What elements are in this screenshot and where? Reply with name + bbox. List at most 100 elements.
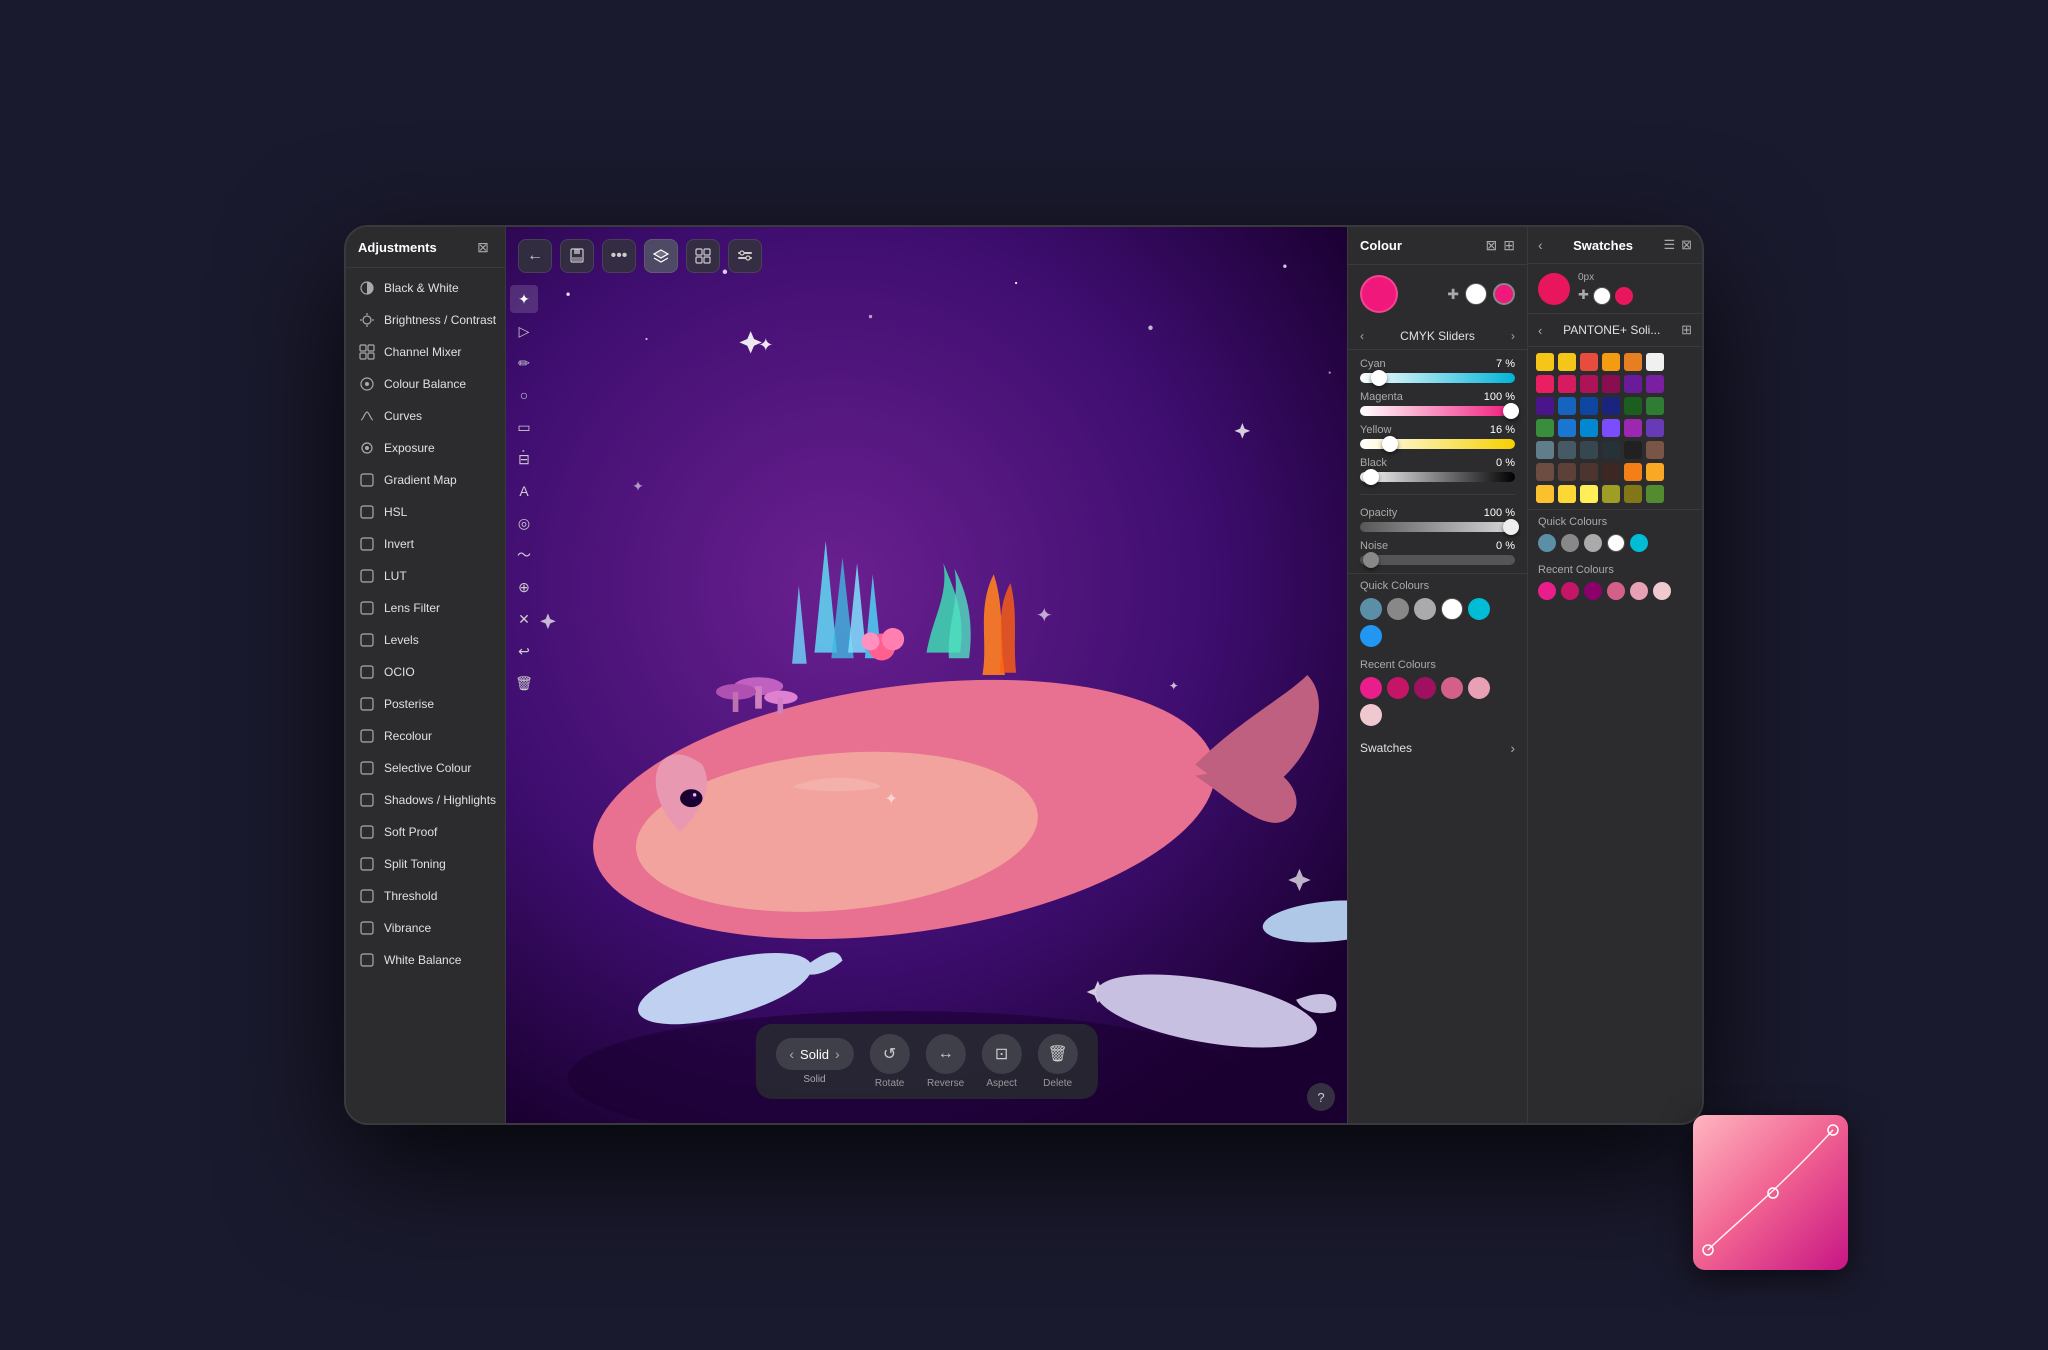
swatch-pink-3[interactable] bbox=[1580, 375, 1598, 393]
sw-quick-4[interactable] bbox=[1607, 534, 1625, 552]
adj-item-recolour[interactable]: Recolour bbox=[346, 720, 505, 752]
adj-item-soft-proof[interactable]: Soft Proof bbox=[346, 816, 505, 848]
quick-colour-3[interactable] bbox=[1414, 598, 1436, 620]
colour-grid-icon[interactable]: ⊞ bbox=[1503, 237, 1515, 254]
pantone-grid-icon[interactable]: ⊞ bbox=[1681, 322, 1692, 338]
active-colour-indicator[interactable] bbox=[1493, 283, 1515, 305]
swatch-brown-4[interactable] bbox=[1580, 463, 1598, 481]
swatch-violet-1[interactable] bbox=[1602, 419, 1620, 437]
swatches-back-arrow[interactable]: ‹ bbox=[1538, 237, 1543, 253]
adj-item-lut[interactable]: LUT bbox=[346, 560, 505, 592]
quick-colour-4[interactable] bbox=[1441, 598, 1463, 620]
quick-colour-6[interactable] bbox=[1360, 625, 1382, 647]
swatches-export-icon[interactable]: ⊠ bbox=[1681, 237, 1692, 253]
brush-tool[interactable]: ○ bbox=[510, 381, 538, 409]
pantone-prev[interactable]: ‹ bbox=[1538, 323, 1542, 338]
sw-quick-2[interactable] bbox=[1561, 534, 1579, 552]
back-button[interactable]: ← bbox=[518, 239, 552, 273]
cyan-slider[interactable] bbox=[1360, 373, 1515, 383]
adj-item-shadows-highlights[interactable]: Shadows / Highlights bbox=[346, 784, 505, 816]
swatch-amber-2[interactable] bbox=[1646, 463, 1664, 481]
colour-mode-selector[interactable]: ‹ CMYK Sliders › bbox=[1348, 323, 1527, 350]
layers-button[interactable] bbox=[644, 239, 678, 273]
adj-item-ocio[interactable]: OCIO bbox=[346, 656, 505, 688]
swatch-gray-4[interactable] bbox=[1602, 441, 1620, 459]
undo-tool[interactable]: ↩ bbox=[510, 637, 538, 665]
recent-colour-6[interactable] bbox=[1360, 704, 1382, 726]
sw-recent-5[interactable] bbox=[1630, 582, 1648, 600]
swatch-cyan-1[interactable] bbox=[1536, 419, 1554, 437]
close-tool[interactable]: ✕ bbox=[510, 605, 538, 633]
swatch-orange-1[interactable] bbox=[1602, 353, 1620, 371]
heal-tool[interactable]: ⊕ bbox=[510, 573, 538, 601]
swatch-green-2[interactable] bbox=[1646, 397, 1664, 415]
swatch-lemon-2[interactable] bbox=[1558, 485, 1576, 503]
noise-slider[interactable] bbox=[1360, 555, 1515, 565]
recent-colour-2[interactable] bbox=[1387, 677, 1409, 699]
recent-colour-1[interactable] bbox=[1360, 677, 1382, 699]
eyedropper-icon[interactable]: ✚ bbox=[1447, 286, 1459, 303]
swatch-pink-2[interactable] bbox=[1558, 375, 1576, 393]
sw-recent-1[interactable] bbox=[1538, 582, 1556, 600]
main-colour-swatch[interactable] bbox=[1360, 275, 1398, 313]
swatch-cyan-2[interactable] bbox=[1558, 419, 1576, 437]
mode-next-arrow[interactable]: › bbox=[1511, 329, 1515, 343]
swatch-brown-5[interactable] bbox=[1602, 463, 1620, 481]
canvas-area[interactable]: ← ••• bbox=[506, 227, 1347, 1123]
adj-item-exposure[interactable]: Exposure bbox=[346, 432, 505, 464]
recent-colour-4[interactable] bbox=[1441, 677, 1463, 699]
sw-quick-3[interactable] bbox=[1584, 534, 1602, 552]
reverse-button[interactable]: ↔ bbox=[926, 1034, 966, 1074]
opacity-slider[interactable] bbox=[1360, 522, 1515, 532]
more-button[interactable]: ••• bbox=[602, 239, 636, 273]
swatch-blue-2[interactable] bbox=[1602, 397, 1620, 415]
adj-item-split-toning[interactable]: Split Toning bbox=[346, 848, 505, 880]
adjustments-toolbar-button[interactable] bbox=[728, 239, 762, 273]
swatch-gray-1[interactable] bbox=[1536, 441, 1554, 459]
adj-item-channel-mixer[interactable]: Channel Mixer bbox=[346, 336, 505, 368]
swatch-pink-1[interactable] bbox=[1536, 375, 1554, 393]
adj-item-posterise[interactable]: Posterise bbox=[346, 688, 505, 720]
quick-colour-1[interactable] bbox=[1360, 598, 1382, 620]
adj-item-black-white[interactable]: Black & White bbox=[346, 272, 505, 304]
type-selector[interactable]: ‹ Solid › bbox=[775, 1038, 853, 1070]
swatch-main-colour[interactable] bbox=[1538, 273, 1570, 305]
swatch-orange-2[interactable] bbox=[1624, 353, 1642, 371]
swatch-gray-2[interactable] bbox=[1558, 441, 1576, 459]
recent-colour-3[interactable] bbox=[1414, 677, 1436, 699]
swatch-red-1[interactable] bbox=[1580, 353, 1598, 371]
type-right-arrow[interactable]: › bbox=[835, 1046, 840, 1062]
swatch-brown-1[interactable] bbox=[1646, 441, 1664, 459]
secondary-colour-swatch[interactable] bbox=[1465, 283, 1487, 305]
adj-item-curves[interactable]: Curves bbox=[346, 400, 505, 432]
black-slider[interactable] bbox=[1360, 472, 1515, 482]
quick-colour-5[interactable] bbox=[1468, 598, 1490, 620]
rotate-button[interactable]: ↺ bbox=[870, 1034, 910, 1074]
adj-item-lens-filter[interactable]: Lens Filter bbox=[346, 592, 505, 624]
swatches-list-icon[interactable]: ☰ bbox=[1663, 237, 1675, 253]
swatch-black[interactable] bbox=[1624, 441, 1642, 459]
swatch-lime-1[interactable] bbox=[1646, 485, 1664, 503]
adj-item-white-balance[interactable]: White Balance bbox=[346, 944, 505, 976]
swatch-yellow-1[interactable] bbox=[1536, 353, 1554, 371]
shape-tool[interactable]: ▭ bbox=[510, 413, 538, 441]
adj-item-levels[interactable]: Levels bbox=[346, 624, 505, 656]
smudge-tool[interactable]: 〜 bbox=[510, 541, 538, 569]
delete-button[interactable]: 🗑 bbox=[1038, 1034, 1078, 1074]
swatch-pink-4[interactable] bbox=[1602, 375, 1620, 393]
move-tool[interactable]: ▷ bbox=[510, 317, 538, 345]
swatch-indigo-1[interactable] bbox=[1536, 397, 1554, 415]
magenta-slider[interactable] bbox=[1360, 406, 1515, 416]
swatch-violet-2[interactable] bbox=[1624, 419, 1642, 437]
swatch-olive-1[interactable] bbox=[1602, 485, 1620, 503]
swatch-violet-3[interactable] bbox=[1646, 419, 1664, 437]
swatch-olive-2[interactable] bbox=[1624, 485, 1642, 503]
crop-tool[interactable]: ⊟ bbox=[510, 445, 538, 473]
mode-prev-arrow[interactable]: ‹ bbox=[1360, 329, 1364, 343]
pantone-selector[interactable]: ‹ PANTONE+ Soli... ⊞ bbox=[1528, 314, 1702, 347]
swatch-lightblue-1[interactable] bbox=[1580, 419, 1598, 437]
sw-recent-6[interactable] bbox=[1653, 582, 1671, 600]
swatch-blue-1[interactable] bbox=[1580, 397, 1598, 415]
swatch-amber-1[interactable] bbox=[1624, 463, 1642, 481]
type-left-arrow[interactable]: ‹ bbox=[789, 1046, 794, 1062]
